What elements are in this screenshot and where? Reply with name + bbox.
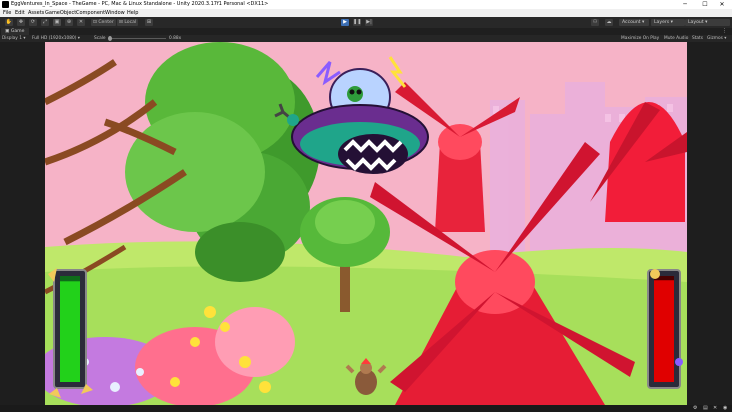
game-view-toolbar: Display 1 ▾ Full HD (1920x1080) ▾ Scale … [0, 35, 732, 42]
game-viewport[interactable] [45, 42, 687, 405]
tab-game[interactable]: ▣ Game [1, 28, 29, 35]
menu-bar: File Edit Assets GameObject Component Wi… [0, 9, 732, 17]
main-toolbar: ✋ ✥ ⟳ ⤢ ▣ ⊕ ✕ ⊡ Center ⊟ Local ⊞ ▶ ❚❚ ▶|… [0, 17, 732, 28]
menu-gameobject[interactable]: GameObject [45, 9, 76, 17]
maximize-on-play-toggle[interactable]: Maximize On Play [621, 35, 659, 42]
scale-slider-track[interactable] [108, 38, 166, 39]
gizmos-dropdown[interactable]: Gizmos ▾ [707, 35, 726, 42]
menu-component[interactable]: Component [76, 9, 105, 17]
layers-dropdown[interactable]: Layers ▾ [651, 19, 685, 26]
tab-game-label: Game [10, 29, 25, 34]
space-local-toggle[interactable]: ⊟ Local [117, 19, 139, 26]
display-label: Display 1 [2, 36, 22, 41]
scale-value: 0.88x [169, 36, 182, 41]
rotate-tool-icon[interactable]: ⟳ [29, 19, 37, 26]
hand-tool-icon[interactable]: ✋ [5, 19, 13, 26]
unity-logo-icon [2, 1, 9, 8]
space-label: Local [124, 20, 137, 25]
collab-status-icon: ✕ [713, 405, 718, 411]
close-button[interactable]: ✕ [712, 0, 732, 9]
pause-button[interactable]: ❚❚ [353, 19, 361, 26]
stats-toggle[interactable]: Stats [692, 35, 703, 42]
rect-tool-icon[interactable]: ▣ [53, 19, 61, 26]
menu-file[interactable]: File [3, 9, 11, 17]
resolution-dropdown[interactable]: Full HD (1920x1080) ▾ [32, 35, 80, 42]
menu-help[interactable]: Help [127, 9, 138, 17]
cloud-icon[interactable]: ☁ [605, 19, 613, 26]
progress-icon: ▤ [703, 405, 708, 411]
menu-assets[interactable]: Assets [28, 9, 44, 17]
gizmos-label: Gizmos [707, 36, 723, 41]
resolution-label: Full HD (1920x1080) [32, 36, 77, 41]
move-tool-icon[interactable]: ✥ [17, 19, 25, 26]
transform-tool-icon[interactable]: ⊕ [65, 19, 73, 26]
window-title-bar: EggVentures_In_Space - TheGame - PC, Mac… [0, 0, 732, 9]
display-dropdown[interactable]: Display 1 ▾ [2, 35, 25, 42]
status-bar: ⚙ ▤ ✕ ◉ [0, 405, 732, 412]
custom-tool-icon[interactable]: ✕ [77, 19, 85, 26]
layers-label: Layers [654, 20, 670, 25]
minimize-button[interactable]: ─ [675, 0, 695, 9]
grid-snap-icon[interactable]: ⊞ [145, 19, 153, 26]
window-title: EggVentures_In_Space - TheGame - PC, Mac… [11, 1, 269, 7]
menu-edit[interactable]: Edit [15, 9, 25, 17]
boss-health-bar [647, 269, 683, 389]
menu-window[interactable]: Window [105, 9, 125, 17]
notifications-icon[interactable]: ◉ [723, 405, 727, 412]
tab-menu-icon[interactable]: ⋮ [722, 28, 727, 35]
player-health-bar [48, 268, 93, 398]
scale-slider-handle[interactable] [108, 36, 112, 41]
scale-label: Scale [94, 36, 106, 41]
play-button[interactable]: ▶ [341, 19, 349, 26]
account-dropdown[interactable]: Account ▾ [619, 19, 649, 26]
bug-icon[interactable]: ⚙ [693, 405, 697, 412]
account-label: Account [622, 20, 641, 25]
step-button[interactable]: ▶| [365, 19, 373, 26]
mute-audio-toggle[interactable]: Mute Audio [664, 35, 688, 42]
layout-label: Layout [688, 20, 704, 25]
game-scene [45, 42, 687, 405]
layout-dropdown[interactable]: Layout ▾ [685, 19, 730, 26]
scale-tool-icon[interactable]: ⤢ [41, 19, 49, 26]
pivot-label: Center [98, 20, 114, 25]
collab-icon[interactable]: ⚇ [591, 19, 599, 26]
pivot-center-toggle[interactable]: ⊡ Center [91, 19, 116, 26]
